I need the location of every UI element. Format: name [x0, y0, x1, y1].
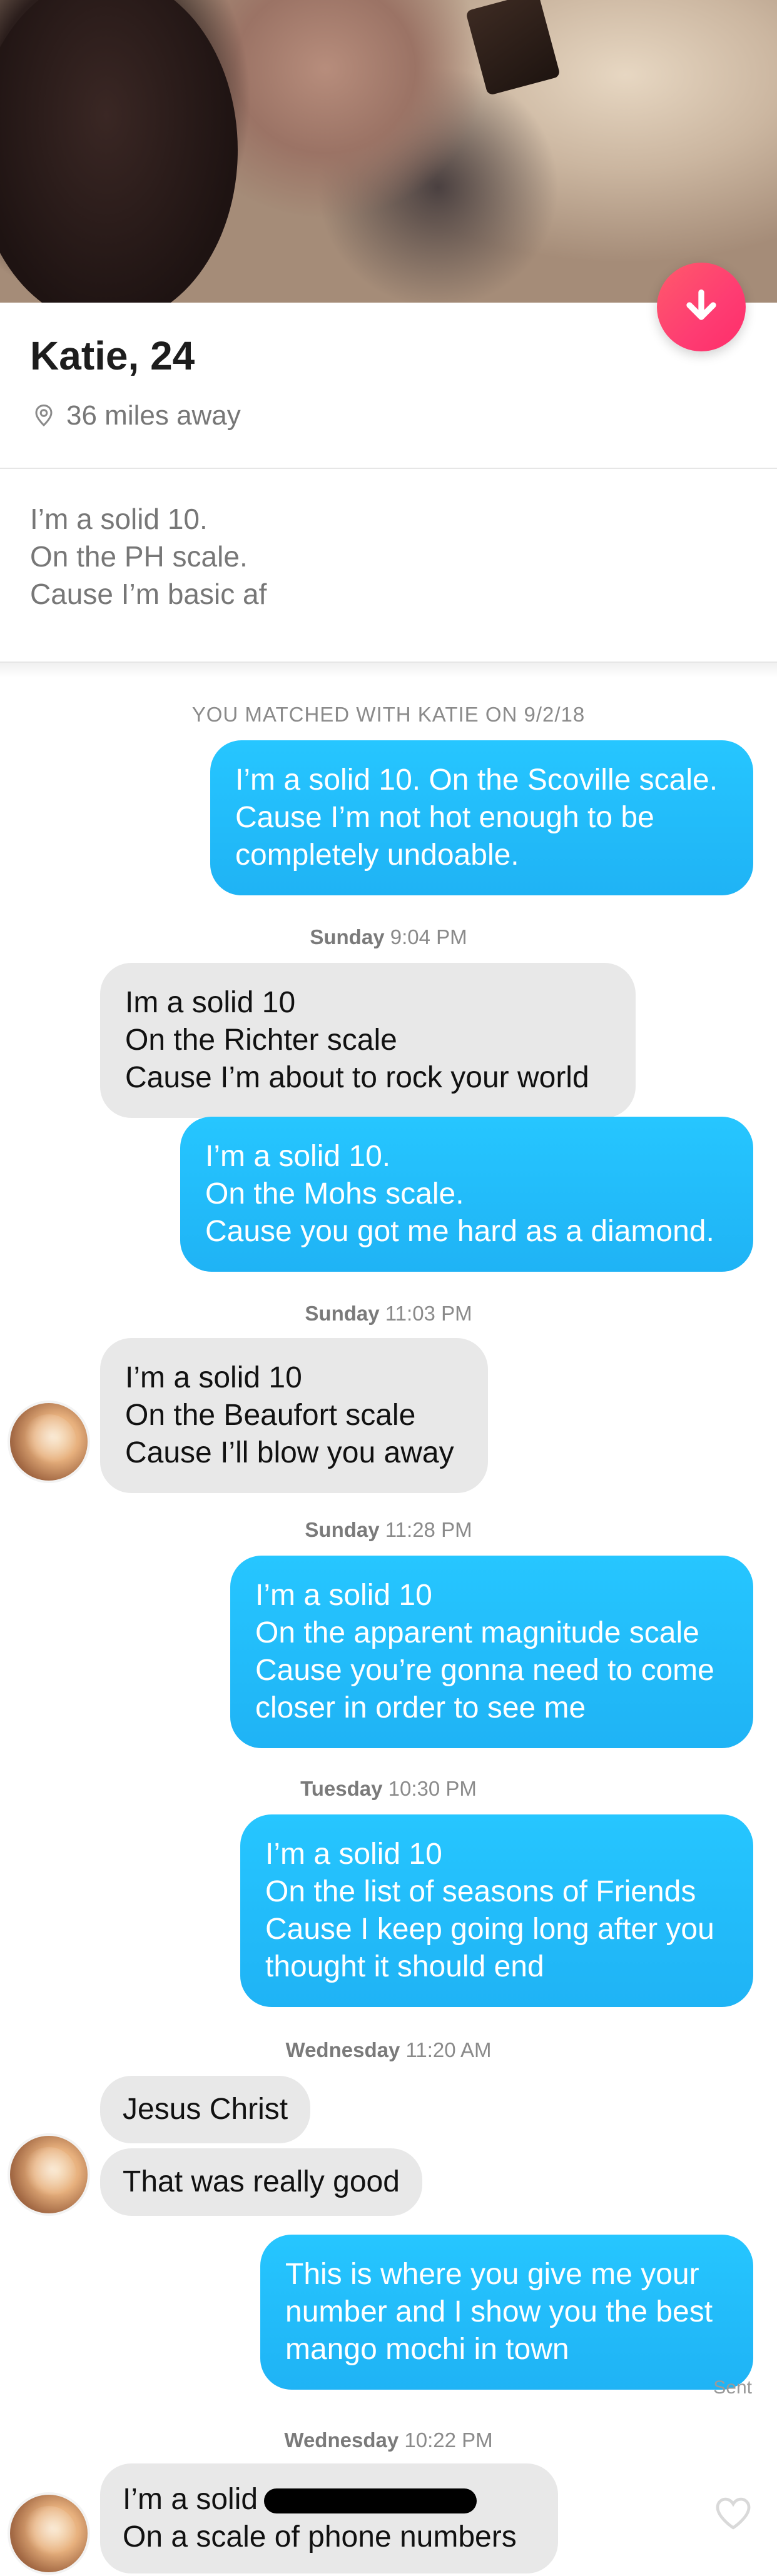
distance-text: 36 miles away	[66, 400, 241, 431]
profile-photo[interactable]	[0, 0, 777, 303]
timestamp-day: Wednesday	[284, 2428, 399, 2452]
timestamp-day: Sunday	[310, 925, 385, 948]
message-line: On the Richter scale	[125, 1024, 397, 1057]
message-received[interactable]: I’m a solid 10 On the Beaufort scale Cau…	[100, 1338, 488, 1493]
message-line: thought it should end	[265, 1950, 544, 1983]
match-banner: YOU MATCHED WITH KATIE ON 9/2/18	[191, 703, 586, 726]
timestamp-time: 10:22 PM	[404, 2428, 493, 2452]
sent-status: Sent	[713, 2377, 752, 2398]
timestamp-day: Wednesday	[285, 2038, 400, 2061]
message-received[interactable]: That was really good	[100, 2148, 422, 2216]
timestamp: Sunday 11:03 PM	[0, 1302, 777, 1326]
message-line: On the apparent magnitude scale	[255, 1616, 699, 1649]
message-line: Cause you got me hard as a diamond.	[205, 1215, 714, 1248]
bio-line: Cause I’m basic af	[30, 578, 267, 610]
photo-hair-shape	[0, 0, 238, 303]
match-avatar[interactable]	[8, 2492, 90, 2575]
location-pin-icon	[35, 404, 53, 427]
profile-distance: 36 miles away	[33, 400, 241, 431]
timestamp-day: Tuesday	[300, 1777, 383, 1800]
message-line: mango mochi in town	[285, 2333, 569, 2366]
timestamp-time: 11:20 AM	[405, 2038, 492, 2061]
message-line: Cause you’re gonna need to come	[255, 1654, 714, 1687]
message-line: closer in order to see me	[255, 1691, 586, 1724]
message-line: completely undoable.	[235, 838, 519, 872]
message-line: On the Beaufort scale	[125, 1399, 416, 1432]
timestamp: Sunday 11:28 PM	[0, 1518, 777, 1542]
profile-bio: I’m a solid 10. On the PH scale. Cause I…	[30, 500, 267, 613]
message-line: Im a solid 10	[125, 986, 296, 1019]
message-line: That was really good	[123, 2165, 400, 2198]
bio-line: On the PH scale.	[30, 540, 248, 573]
match-avatar[interactable]	[8, 2133, 90, 2216]
like-message-button[interactable]	[713, 2495, 753, 2534]
message-line: On the list of seasons of Friends	[265, 1875, 696, 1908]
message-line: I’m a solid 10. On the Scoville scale.	[235, 763, 718, 797]
redacted-block	[264, 2488, 477, 2514]
profile-divider	[0, 468, 777, 469]
match-avatar[interactable]	[8, 1401, 90, 1483]
message-sent[interactable]: I’m a solid 10. On the Mohs scale. Cause…	[180, 1117, 753, 1272]
message-line: I’m a solid 10	[265, 1838, 442, 1871]
timestamp-time: 9:04 PM	[390, 925, 467, 948]
message-line: Cause I’ll blow you away	[125, 1436, 454, 1469]
message-sent[interactable]: I’m a solid 10 On the list of seasons of…	[240, 1814, 753, 2007]
message-sent[interactable]: I’m a solid 10. On the Scoville scale. C…	[210, 740, 753, 895]
timestamp-day: Sunday	[305, 1518, 380, 1541]
message-line: This is where you give me your	[285, 2258, 699, 2291]
message-line: Cause I keep going long after you	[265, 1913, 714, 1946]
arrow-down-icon	[686, 289, 716, 320]
message-sent[interactable]: I’m a solid 10 On the apparent magnitude…	[230, 1556, 753, 1748]
message-line: On a scale of phone numbers	[123, 2520, 517, 2553]
heart-icon	[716, 2497, 751, 2530]
message-line: I’m a solid	[123, 2481, 536, 2518]
photo-bottle-shape	[465, 0, 561, 96]
collapse-profile-button[interactable]	[657, 263, 746, 351]
timestamp-time: 10:30 PM	[388, 1777, 477, 1800]
timestamp: Sunday 9:04 PM	[0, 925, 777, 949]
timestamp: Wednesday 10:22 PM	[0, 2428, 777, 2452]
timestamp-time: 11:28 PM	[385, 1518, 472, 1541]
bio-line: I’m a solid 10.	[30, 503, 208, 535]
timestamp-time: 11:03 PM	[385, 1302, 472, 1325]
message-text: I’m a solid	[123, 2483, 258, 2516]
message-line: I’m a solid 10.	[205, 1140, 391, 1173]
timestamp: Tuesday 10:30 PM	[0, 1777, 777, 1801]
message-received[interactable]: I’m a solid On a scale of phone numbers	[100, 2463, 558, 2573]
message-received[interactable]: Jesus Christ	[100, 2076, 311, 2143]
message-line: I’m a solid 10	[125, 1361, 302, 1394]
message-line: Cause I’m not hot enough to be	[235, 801, 654, 834]
message-line: On the Mohs scale.	[205, 1177, 464, 1210]
timestamp-day: Sunday	[305, 1302, 380, 1325]
message-line: Jesus Christ	[123, 2093, 288, 2126]
message-line: number and I show you the best	[285, 2295, 713, 2328]
message-sent[interactable]: This is where you give me your number an…	[260, 2235, 753, 2390]
timestamp: Wednesday 11:20 AM	[0, 2038, 777, 2062]
message-line: Cause I’m about to rock your world	[125, 1061, 589, 1094]
profile-name-age: Katie, 24	[30, 333, 195, 378]
message-line: I’m a solid 10	[255, 1579, 432, 1612]
message-received[interactable]: Im a solid 10 On the Richter scale Cause…	[100, 963, 636, 1118]
section-shadow	[0, 663, 777, 678]
